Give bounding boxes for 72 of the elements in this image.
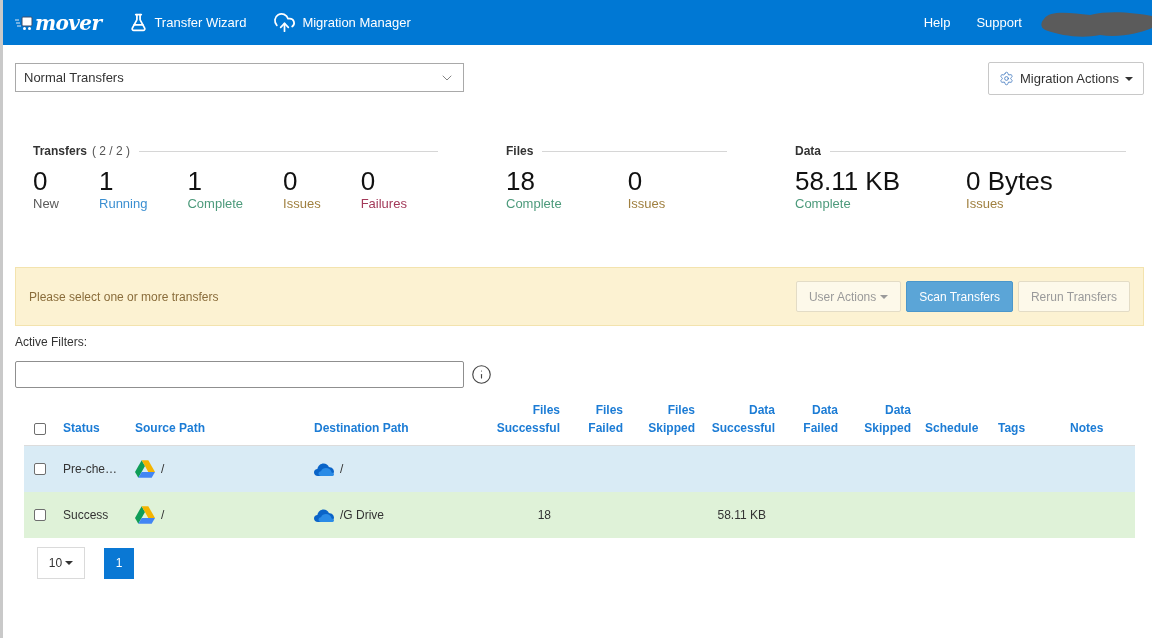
caret-icon: [65, 561, 74, 565]
column-header[interactable]: Data Successful: [702, 401, 775, 437]
column-header[interactable]: Data Failed: [782, 401, 838, 437]
box-cart-icon: [15, 15, 34, 30]
stat-label: Complete: [506, 196, 562, 212]
column-header[interactable]: Source Path: [135, 419, 206, 437]
row-checkbox[interactable]: [34, 509, 46, 521]
table-cell: 58.11 KB: [717, 508, 766, 522]
stats-group-title: Transfers: [33, 144, 88, 158]
caret-icon: [880, 294, 889, 299]
row-checkbox[interactable]: [34, 463, 46, 475]
stat-label: Complete: [795, 196, 851, 212]
destination-path-text: /G Drive: [340, 508, 384, 522]
filter-input-field[interactable]: [15, 361, 464, 388]
nav-link[interactable]: Migration Manager: [273, 11, 411, 34]
info-icon[interactable]: [471, 364, 492, 385]
nav-link[interactable]: Support: [976, 13, 1022, 32]
notice-message: Please select one or more transfers: [29, 289, 219, 304]
stats-group-title: Files: [506, 144, 534, 158]
stat-label: Running: [99, 196, 148, 212]
column-header[interactable]: Schedule: [925, 419, 979, 437]
stat-label: Issues: [283, 196, 321, 212]
stat-value: 18: [506, 166, 535, 196]
cloud-icon: [314, 462, 334, 476]
stat-value: 0: [360, 166, 376, 196]
stat-label: Issues: [627, 196, 666, 212]
nav-link[interactable]: Help: [923, 13, 951, 32]
table-cell: Pre-che…: [63, 462, 118, 476]
nav-link[interactable]: Transfer Wizard: [129, 13, 247, 32]
column-header[interactable]: Files Successful: [480, 401, 560, 437]
settings-icon: [999, 71, 1014, 86]
column-header[interactable]: Status: [63, 419, 100, 437]
stat-value: 0: [283, 166, 298, 196]
transfer-type-select[interactable]: Normal Transfers: [15, 63, 464, 92]
column-header[interactable]: Files Failed: [567, 401, 623, 437]
stat-value: 1: [99, 166, 114, 196]
stat-value: 58.11 KB: [795, 166, 901, 196]
table-cell: Success: [63, 508, 109, 522]
stats-group-count: ( 2 / 2 ): [92, 144, 131, 158]
logo[interactable]: mover: [35, 10, 102, 35]
drive-triangle-icon: [135, 506, 155, 524]
cloud-upload-icon: [273, 11, 297, 34]
destination-path-text: /: [340, 462, 344, 476]
table-row[interactable]: Success / /G Drive 18 58.11 KB: [24, 492, 1135, 538]
action-button[interactable]: Scan Transfers: [906, 281, 1013, 312]
flask-icon: [129, 13, 149, 32]
stat-label: Complete: [187, 196, 244, 212]
column-header[interactable]: Tags: [998, 419, 1026, 437]
stat-value: 0: [33, 166, 48, 196]
page-size-button[interactable]: 10: [37, 547, 85, 579]
stat-label: Failures: [360, 196, 407, 212]
stat-value: 0 Bytes: [966, 166, 1053, 196]
column-header[interactable]: Files Skipped: [630, 401, 695, 437]
source-path-text: /: [161, 462, 165, 476]
column-header[interactable]: Destination Path: [314, 419, 409, 437]
page-button[interactable]: 1: [104, 547, 134, 579]
table-row[interactable]: Pre-che… / /: [24, 446, 1135, 492]
migration-actions-button[interactable]: Migration Actions: [988, 62, 1144, 95]
stat-value: 1: [187, 166, 202, 196]
column-header[interactable]: Data Skipped: [845, 401, 911, 437]
source-path-text: /: [161, 508, 165, 522]
cloud-icon: [314, 508, 334, 522]
stat-label: New: [33, 196, 59, 212]
drive-triangle-icon: [135, 460, 155, 478]
column-header[interactable]: Notes: [1070, 419, 1104, 437]
stat-label: Issues: [966, 196, 1004, 212]
stats-group-title: Data: [795, 144, 821, 158]
table-cell: 18: [537, 508, 551, 522]
active-filters-label: Active Filters:: [15, 335, 87, 350]
stat-value: 0: [627, 166, 643, 196]
caret-icon: [1125, 76, 1133, 81]
select-all-checkbox[interactable]: [34, 423, 46, 435]
